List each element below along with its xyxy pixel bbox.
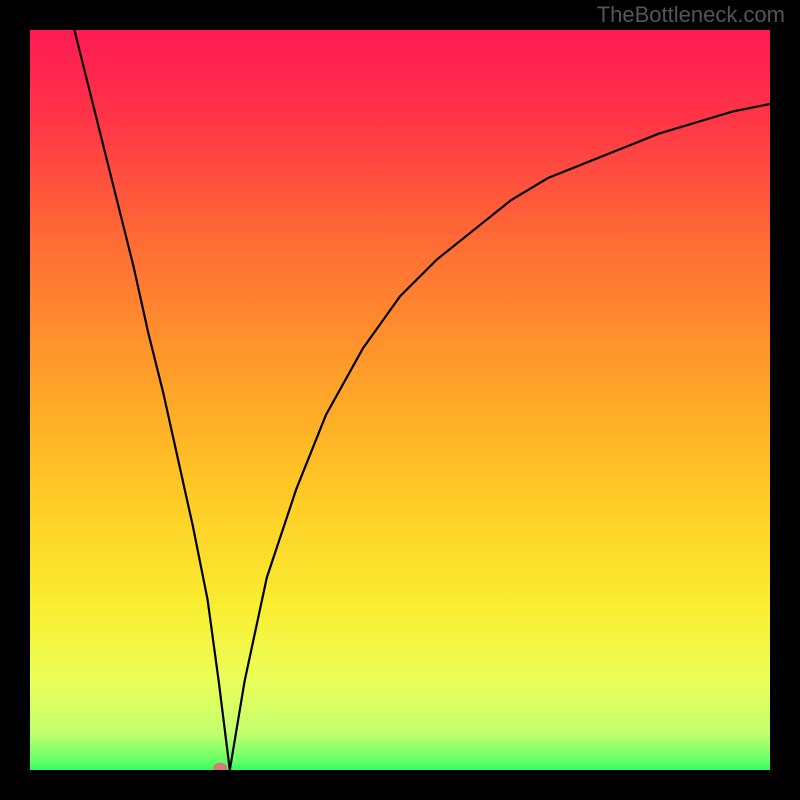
plot-area xyxy=(30,30,770,770)
minimum-marker xyxy=(213,763,227,770)
watermark-text: TheBottleneck.com xyxy=(597,2,785,28)
curve-overlay xyxy=(30,30,770,770)
bottleneck-curve xyxy=(74,30,770,770)
chart-container: TheBottleneck.com xyxy=(0,0,800,800)
